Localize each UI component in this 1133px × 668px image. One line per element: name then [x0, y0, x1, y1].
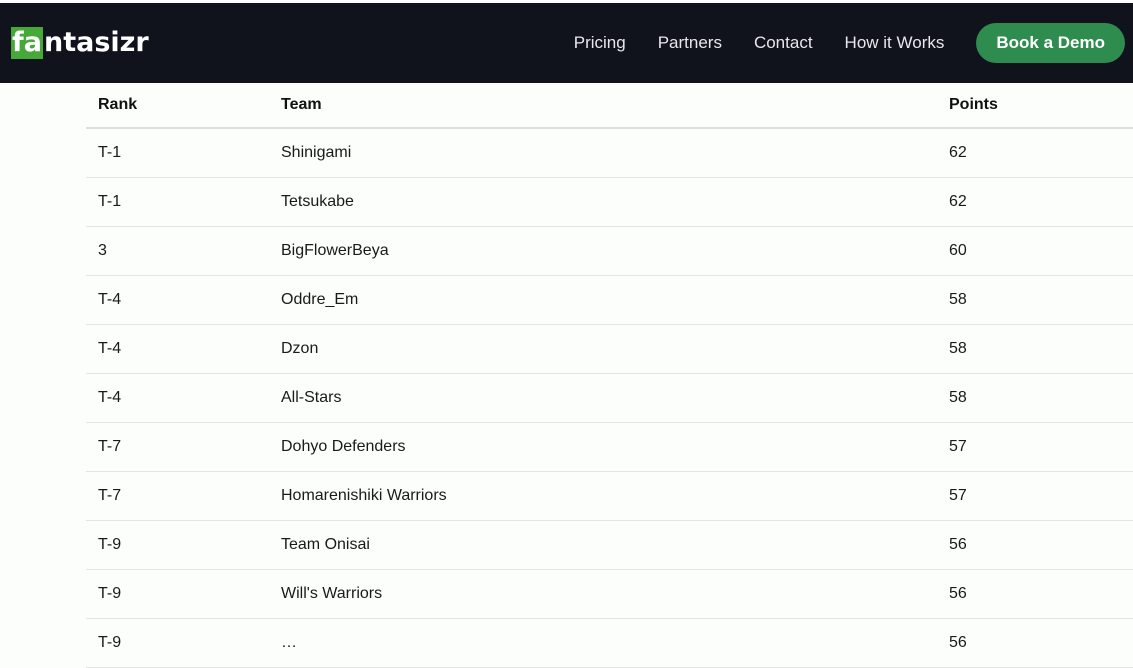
cell-team[interactable]: All-Stars	[269, 373, 937, 423]
table-row: T-4 Oddre_Em 58	[86, 275, 1133, 325]
standings-table-container: Rank Team Points T-1 Shinigami 62 T-1 Tetsuk…	[86, 83, 1133, 668]
table-row: T-1 Shinigami 62	[86, 128, 1133, 178]
nav-link-partners[interactable]: Partners	[658, 33, 722, 53]
cell-team[interactable]: Homarenishiki Warriors	[269, 471, 937, 521]
cell-team[interactable]: Dzon	[269, 324, 937, 374]
cell-points: 62	[937, 128, 1133, 178]
logo-highlight: fa	[11, 27, 43, 59]
cell-points: 56	[937, 520, 1133, 570]
table-row: T-7 Dohyo Defenders 57	[86, 422, 1133, 472]
cell-rank: T-1	[86, 177, 269, 227]
cell-rank: T-7	[86, 471, 269, 521]
table-row: T-9… 56	[86, 618, 1133, 668]
cell-points: 57	[937, 471, 1133, 521]
cell-rank: T-9	[86, 520, 269, 570]
cell-rank: T-4	[86, 324, 269, 374]
cell-rank: T-1	[86, 128, 269, 178]
cell-team[interactable]: …	[269, 618, 937, 668]
cell-points: 60	[937, 226, 1133, 276]
cell-rank: T-9	[86, 569, 269, 619]
cell-team[interactable]: Will's Warriors	[269, 569, 937, 619]
main-nav: Pricing Partners Contact How it Works Bo…	[574, 23, 1125, 63]
table-row: T-4 Dzon 58	[86, 324, 1133, 374]
cell-points: 58	[937, 373, 1133, 423]
cell-rank: 3	[86, 226, 269, 276]
header-points[interactable]: Points	[937, 83, 1133, 129]
header-team[interactable]: Team	[269, 83, 937, 129]
cell-points: 58	[937, 324, 1133, 374]
cell-points: 56	[937, 569, 1133, 619]
cell-points: 62	[937, 177, 1133, 227]
cell-team[interactable]: BigFlowerBeya	[269, 226, 937, 276]
table-row: T-9 Will's Warriors 56	[86, 569, 1133, 619]
fantasizr-logo[interactable]: fa ntasizr	[11, 27, 149, 59]
cell-team[interactable]: Team Onisai	[269, 520, 937, 570]
nav-link-contact[interactable]: Contact	[754, 33, 813, 53]
nav-link-pricing[interactable]: Pricing	[574, 33, 626, 53]
cell-points: 58	[937, 275, 1133, 325]
cell-team[interactable]: Oddre_Em	[269, 275, 937, 325]
table-row: T-1 Tetsukabe 62	[86, 177, 1133, 227]
table-row: T-4 All-Stars 58	[86, 373, 1133, 423]
header-rank[interactable]: Rank	[86, 83, 269, 129]
cell-rank: T-4	[86, 275, 269, 325]
cell-team[interactable]: Dohyo Defenders	[269, 422, 937, 472]
table-row: 3 BigFlowerBeya 60	[86, 226, 1133, 276]
standings-table: Rank Team Points T-1 Shinigami 62 T-1 Tetsuk…	[86, 83, 1133, 668]
table-header-row: Rank Team Points	[86, 83, 1133, 129]
table-row: T-9 Team Onisai 56	[86, 520, 1133, 570]
cell-points: 57	[937, 422, 1133, 472]
cell-points: 56	[937, 618, 1133, 668]
cell-rank: T-4	[86, 373, 269, 423]
cell-rank: T-7	[86, 422, 269, 472]
standings-body: T-1 Shinigami 62 T-1 Tetsukabe 62 3 BigFlowerBe…	[86, 128, 1133, 668]
cell-rank: T-9	[86, 618, 269, 668]
table-row: T-7 Homarenishiki Warriors 57	[86, 471, 1133, 521]
logo-text: ntasizr	[43, 27, 149, 58]
cell-team[interactable]: Tetsukabe	[269, 177, 937, 227]
nav-link-how-it-works[interactable]: How it Works	[845, 33, 945, 53]
navbar: fa ntasizr Pricing Partners Contact How i…	[0, 3, 1133, 83]
book-demo-button[interactable]: Book a Demo	[976, 23, 1125, 63]
cell-team[interactable]: Shinigami	[269, 128, 937, 178]
